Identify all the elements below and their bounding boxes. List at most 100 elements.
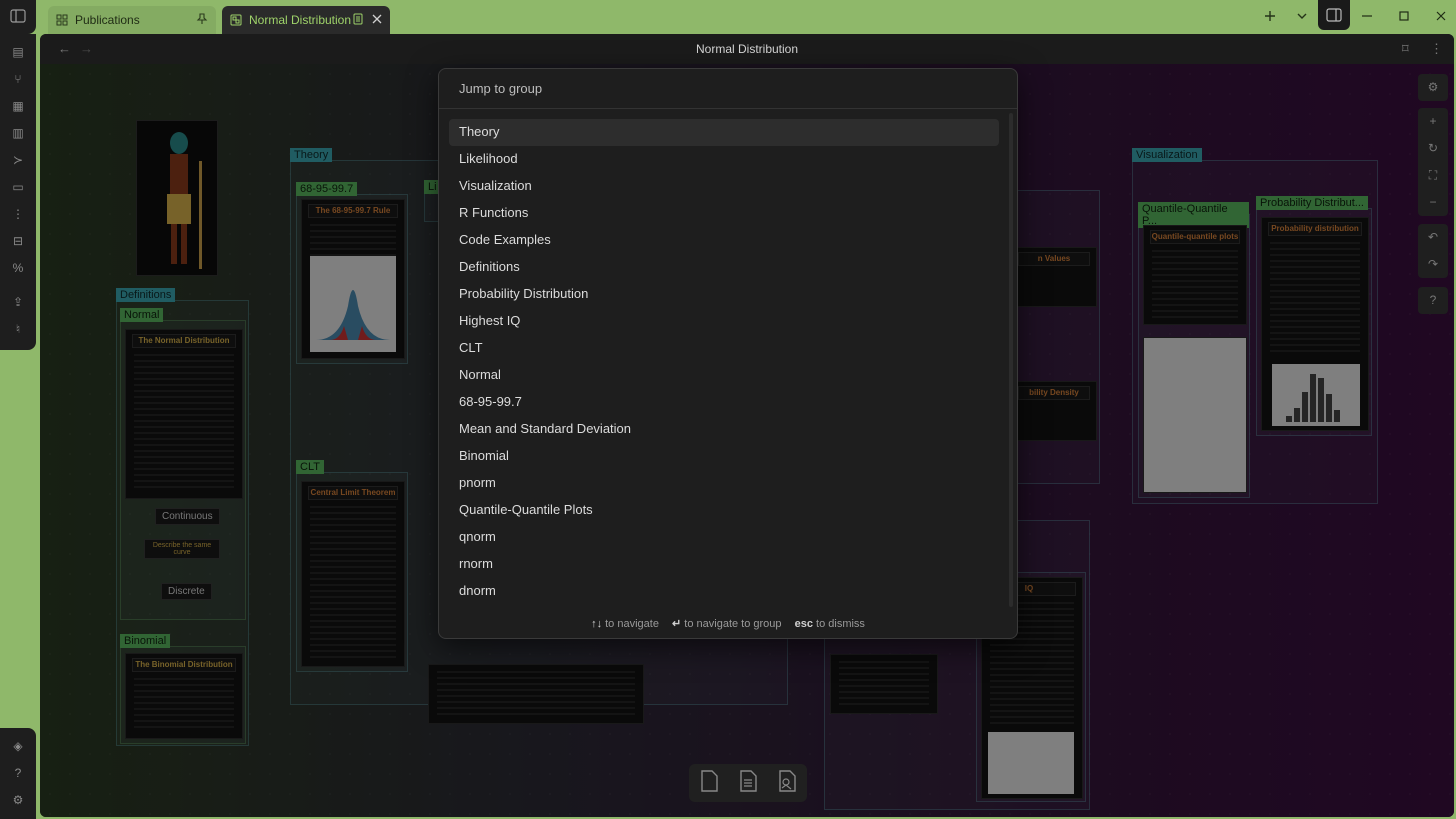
pin-icon[interactable] bbox=[196, 12, 208, 28]
publish-icon[interactable]: ⇪ bbox=[10, 294, 26, 310]
histogram-figure bbox=[1272, 364, 1360, 426]
add-note-button[interactable] bbox=[738, 769, 758, 797]
zoom-to-fit-icon[interactable]: ⛶ bbox=[1418, 162, 1448, 189]
group-label: Theory bbox=[290, 148, 333, 162]
card-title: bility Density bbox=[1018, 386, 1090, 400]
group-list-item[interactable]: Binomial bbox=[449, 443, 999, 470]
group-normal[interactable]: Normal The Normal Distribution bbox=[120, 308, 246, 620]
card-text bbox=[134, 678, 234, 732]
group-list-item[interactable]: Visualization bbox=[449, 173, 999, 200]
list-scrollbar[interactable] bbox=[1009, 113, 1013, 607]
jump-to-group-modal: TheoryLikelihoodVisualizationR Functions… bbox=[438, 68, 1018, 639]
group-list-item[interactable]: Theory bbox=[449, 119, 999, 146]
group-list-item[interactable]: Mean and Standard Deviation bbox=[449, 416, 999, 443]
new-tab-button[interactable] bbox=[1264, 9, 1276, 26]
group-list-item[interactable]: Highest IQ bbox=[449, 308, 999, 335]
canvas-new-icon[interactable]: ▦ bbox=[10, 98, 26, 114]
tab-normal-distribution[interactable]: Normal Distribution bbox=[222, 6, 390, 34]
card-density[interactable]: bility Density bbox=[1017, 381, 1097, 441]
group-list-item[interactable]: rnorm bbox=[449, 551, 999, 578]
help-icon: ? bbox=[1429, 293, 1437, 307]
close-window-button[interactable] bbox=[1436, 0, 1446, 32]
daily-note-icon[interactable]: ▥ bbox=[10, 125, 26, 141]
card-r-output[interactable] bbox=[830, 654, 938, 714]
card-quantile-quantile-plots[interactable]: Quantile-quantile plots bbox=[1143, 225, 1247, 325]
command-palette-icon[interactable]: ≻ bbox=[10, 152, 26, 168]
tab-list-button[interactable] bbox=[1296, 9, 1308, 26]
group-list-item[interactable]: Normal bbox=[449, 362, 999, 389]
minimize-icon bbox=[1362, 15, 1372, 17]
group-probability-distribution[interactable]: Probability Distribut... Probability dis… bbox=[1256, 196, 1372, 436]
reset-zoom-icon[interactable]: ↻ bbox=[1418, 135, 1448, 162]
group-quantile-quantile[interactable]: Quantile-Quantile P... Quantile-quantile… bbox=[1138, 202, 1250, 498]
group-list-item[interactable]: Probability Distribution bbox=[449, 281, 999, 308]
anubis-image bbox=[136, 120, 218, 276]
add-card-button[interactable] bbox=[699, 769, 719, 797]
card-title: The Binomial Distribution bbox=[132, 658, 236, 672]
group-list-item[interactable]: qnorm bbox=[449, 524, 999, 551]
group-list-item[interactable]: Code Examples bbox=[449, 227, 999, 254]
sidebar-toggle-button[interactable] bbox=[0, 0, 36, 34]
plus-icon bbox=[1265, 11, 1275, 21]
note-icon bbox=[740, 769, 757, 792]
card-central-limit-theorem[interactable]: Central Limit Theorem bbox=[301, 481, 405, 667]
card-binomial-distribution[interactable]: The Binomial Distribution bbox=[125, 653, 243, 739]
tab-publications[interactable]: Publications bbox=[48, 6, 216, 34]
quick-switcher-icon[interactable]: ▤ bbox=[10, 44, 26, 60]
templates-icon[interactable]: ▭ bbox=[10, 179, 26, 195]
group-list-item[interactable]: pnorm bbox=[449, 470, 999, 497]
card-likelihood-formula[interactable] bbox=[428, 664, 644, 724]
percent-icon[interactable]: % bbox=[10, 260, 26, 276]
canvas-settings-button[interactable]: ⚙ bbox=[1418, 74, 1448, 101]
group-list-item[interactable]: 68-95-99.7 bbox=[449, 389, 999, 416]
group-68-95-99-7[interactable]: 68-95-99.7 The 68-95-99.7 Rule bbox=[296, 182, 408, 364]
minimize-button[interactable] bbox=[1362, 0, 1372, 32]
zoom-in-icon[interactable]: + bbox=[1418, 108, 1448, 135]
card-normal-distribution[interactable]: The Normal Distribution bbox=[125, 329, 243, 499]
more-options-icon[interactable]: ⋮ bbox=[1430, 41, 1443, 57]
jump-to-group-input[interactable] bbox=[439, 69, 1017, 109]
group-binomial[interactable]: Binomial The Binomial Distribution bbox=[120, 634, 246, 744]
group-list-item[interactable]: Definitions bbox=[449, 254, 999, 281]
tab-strip: Publications Normal Distribution bbox=[0, 0, 1456, 34]
gear-icon: ⚙ bbox=[1427, 80, 1439, 94]
canvas-help-button[interactable]: ? bbox=[1418, 287, 1448, 314]
modal-footer: ↑↓ to navigate ↵ to navigate to group es… bbox=[439, 610, 1017, 638]
bookmark-icon[interactable]: ⌑ bbox=[1402, 41, 1409, 57]
group-clt[interactable]: CLT Central Limit Theorem bbox=[296, 460, 408, 672]
group-r-functions[interactable]: n Values bility Density bbox=[1016, 190, 1100, 484]
group-list-item[interactable]: dnorm bbox=[449, 578, 999, 605]
right-sidebar-toggle-button[interactable] bbox=[1318, 0, 1350, 30]
card-title: The 68-95-99.7 Rule bbox=[308, 204, 398, 218]
group-label: CLT bbox=[296, 460, 324, 474]
bases-icon[interactable]: ⋮ bbox=[10, 206, 26, 222]
redo-icon[interactable]: ↷ bbox=[1418, 251, 1448, 278]
add-media-button[interactable] bbox=[777, 769, 797, 797]
group-list-item[interactable]: R Functions bbox=[449, 200, 999, 227]
group-list-item[interactable]: Quantile-Quantile Plots bbox=[449, 497, 999, 524]
slides-icon[interactable]: ⊟ bbox=[10, 233, 26, 249]
zoom-out-icon[interactable]: − bbox=[1418, 189, 1448, 216]
help-icon[interactable]: ? bbox=[10, 765, 26, 781]
card-text bbox=[839, 661, 929, 707]
card-probability-distribution[interactable]: Probability distribution bbox=[1261, 217, 1369, 431]
card-68-95-99-7-rule[interactable]: The 68-95-99.7 Rule bbox=[301, 199, 405, 359]
audio-recorder-icon[interactable]: ♮ bbox=[10, 321, 26, 337]
card-text bbox=[437, 671, 635, 717]
normal-curve-figure bbox=[310, 256, 396, 352]
vault-icon[interactable]: ◈ bbox=[10, 738, 26, 754]
zoom-controls: + ↻ ⛶ − bbox=[1418, 108, 1448, 216]
left-ribbon-bottom: ◈ ? ⚙ bbox=[0, 728, 36, 819]
hint-enter: ↵ to navigate to group bbox=[672, 618, 782, 630]
history-controls: ↶ ↷ bbox=[1418, 224, 1448, 278]
settings-icon[interactable]: ⚙ bbox=[10, 792, 26, 808]
card-mean-values[interactable]: n Values bbox=[1017, 247, 1097, 307]
maximize-button[interactable] bbox=[1399, 0, 1409, 32]
group-list-item[interactable]: CLT bbox=[449, 335, 999, 362]
group-list-item[interactable]: Likelihood bbox=[449, 146, 999, 173]
undo-icon[interactable]: ↶ bbox=[1418, 224, 1448, 251]
hint-navigate: ↑↓ to navigate bbox=[591, 618, 659, 630]
graph-view-icon[interactable]: ⑂ bbox=[10, 71, 26, 87]
tab-label: Normal Distribution bbox=[249, 13, 352, 27]
close-icon[interactable] bbox=[372, 13, 382, 27]
